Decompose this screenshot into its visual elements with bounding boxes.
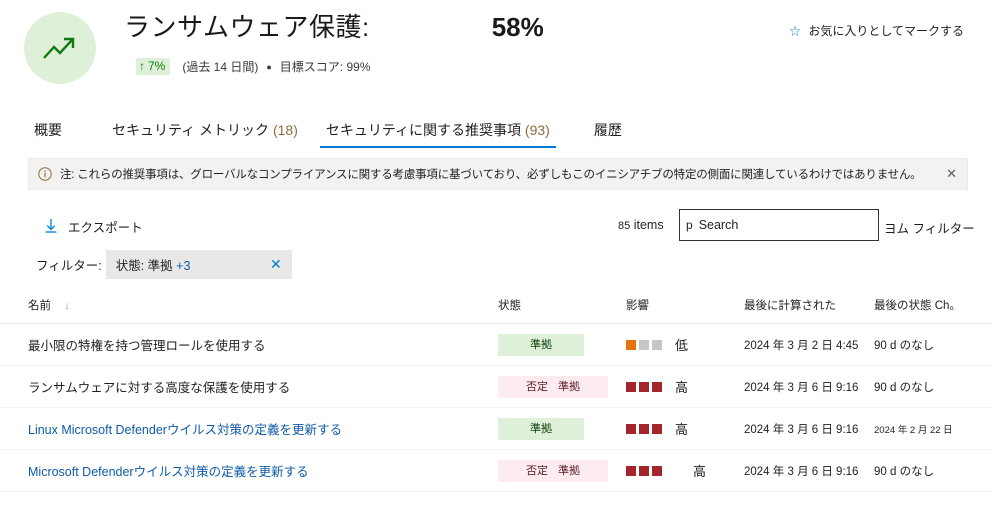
table-body: 最小限の特権を持つ管理ロールを使用する 準拠 低 2024 年 3 月 2 日 …	[0, 323, 992, 492]
filter-link[interactable]: ヨム フィルター	[884, 218, 975, 237]
tab-security-metrics-label: セキュリティ メトリック	[112, 122, 270, 138]
score-percent: 58%	[491, 12, 544, 42]
filter-label: フィルター:	[36, 259, 102, 273]
tab-overview-label: 概要	[34, 122, 62, 138]
column-header-impact[interactable]: 影響	[626, 297, 744, 324]
impact-bars-icon	[626, 423, 662, 434]
tab-security-recommendations-count: (93)	[524, 122, 550, 138]
recommendation-name-link[interactable]: ランサムウェアに対する高度な保護を使用する	[28, 381, 290, 395]
last-calculated-value: 2024 年 3 月 2 日 4:45	[744, 339, 859, 352]
mark-as-favorite-label: お気に入りとしてマークする	[808, 24, 964, 38]
command-bar: エクスポート 85 items p ヨム フィルター	[0, 206, 992, 246]
impact-bars-icon	[626, 465, 662, 476]
status-badge: 否定 準拠	[498, 459, 608, 482]
tab-overview[interactable]: 概要	[28, 121, 76, 148]
tab-security-recommendations-label: セキュリティに関する推奨事項	[325, 122, 522, 138]
impact-indicator: 高	[626, 461, 744, 480]
trend-value: 7%	[148, 59, 166, 73]
last-calculated-value: 2024 年 3 月 6 日 9:16	[744, 381, 859, 394]
last-state-change-value: 90 d のなし	[874, 381, 935, 394]
item-count: 85 items	[618, 218, 664, 232]
header-subrow: ↑ 7% (過去 14 日間) ● 目標スコア: 99%	[136, 58, 992, 75]
filter-chip-text: 状態: 準拠	[115, 259, 173, 273]
table-header-row: 名前 ↓ 状態 影響 最後に計算された 最後の状態 Ch。	[0, 297, 992, 324]
separator-dot-icon: ●	[266, 61, 272, 72]
status-badge-label: 否定	[526, 380, 548, 393]
impact-indicator: 高	[626, 377, 744, 396]
status-badge-sublabel: 準拠	[558, 464, 580, 477]
header-main: ランサムウェア保護: 58% ↑ 7% (過去 14 日間) ● 目標スコア: …	[124, 10, 992, 75]
impact-indicator: 高	[626, 419, 744, 438]
table-row[interactable]: Microsoft Defenderウイルス対策の定義を更新する 否定 準拠 高…	[0, 449, 992, 492]
impact-indicator: 低	[626, 335, 744, 354]
trending-up-icon	[43, 37, 75, 59]
recommendation-name-link[interactable]: Microsoft Defenderウイルス対策の定義を更新する	[28, 465, 309, 479]
notice-message: 注: これらの推奨事項は、グローバルなコンプライアンスに関する考慮事項に基づいて…	[60, 169, 922, 181]
status-badge-sublabel: 準拠	[558, 380, 580, 393]
table-row[interactable]: 最小限の特権を持つ管理ロールを使用する 準拠 低 2024 年 3 月 2 日 …	[0, 323, 992, 366]
tab-history[interactable]: 履歴	[580, 121, 636, 148]
notice-banner: 注: これらの推奨事項は、グローバルなコンプライアンスに関する考慮事項に基づいて…	[28, 158, 968, 190]
recommendations-table: 名前 ↓ 状態 影響 最後に計算された 最後の状態 Ch。 最小限の特権を持つ管…	[0, 297, 992, 492]
export-button[interactable]: エクスポート	[44, 217, 143, 236]
item-count-label: items	[633, 218, 664, 232]
column-header-last-state-change[interactable]: 最後の状態 Ch。	[874, 297, 992, 324]
last-calculated-value: 2024 年 3 月 6 日 9:16	[744, 465, 859, 478]
status-badge: 準拠	[498, 333, 584, 356]
impact-label: 低	[675, 338, 689, 353]
status-badge: 否定 準拠	[498, 375, 608, 398]
status-badge: 準拠	[498, 417, 584, 440]
initiative-detail-page: ランサムウェア保護: 58% ↑ 7% (過去 14 日間) ● 目標スコア: …	[0, 0, 992, 505]
filter-chip-overflow-count: +3	[176, 259, 191, 273]
impact-label: 高	[693, 464, 707, 479]
download-icon	[44, 218, 58, 234]
trend-up-arrow-icon: ↑	[139, 59, 145, 73]
recommendation-name-link[interactable]: Linux Microsoft Defenderウイルス対策の定義を更新する	[28, 423, 342, 437]
tab-history-label: 履歴	[593, 122, 622, 138]
close-icon[interactable]: ✕	[938, 166, 957, 182]
info-icon	[38, 167, 52, 181]
search-input[interactable]	[696, 210, 872, 240]
tab-security-metrics-count: (18)	[272, 122, 298, 138]
last-state-change-value: 2024 年 2 月 22 日	[874, 424, 953, 436]
impact-label: 高	[675, 422, 689, 437]
target-score: 目標スコア: 99%	[279, 60, 371, 74]
tab-bar: 概要 セキュリティ メトリック (18) セキュリティに関する推奨事項 (93)…	[0, 108, 992, 148]
item-count-number: 85	[618, 220, 631, 232]
impact-bars-icon	[626, 339, 662, 350]
page-title: ランサムウェア保護:	[124, 12, 370, 42]
search-box[interactable]: p	[679, 209, 879, 241]
star-icon: ☆	[788, 22, 802, 39]
table-row[interactable]: ランサムウェアに対する高度な保護を使用する 否定 準拠 高 2024 年 3 月…	[0, 365, 992, 408]
filter-row: フィルター: 状態: 準拠 +3 ✕	[0, 250, 992, 279]
last-state-change-value: 90 d のなし	[874, 339, 935, 352]
score-icon-badge	[24, 12, 96, 84]
table-row[interactable]: Linux Microsoft Defenderウイルス対策の定義を更新する 準…	[0, 407, 992, 450]
clear-filter-icon[interactable]: ✕	[252, 256, 282, 273]
mark-as-favorite-button[interactable]: ☆ お気に入りとしてマークする	[789, 22, 964, 39]
sort-desc-icon: ↓	[64, 300, 70, 312]
filter-chip-status[interactable]: 状態: 準拠 +3 ✕	[105, 250, 292, 279]
impact-label: 高	[675, 380, 689, 395]
trend-chip: ↑ 7%	[136, 58, 171, 75]
trend-period: (過去 14 日間)	[182, 60, 259, 74]
tab-security-recommendations[interactable]: セキュリティに関する推奨事項 (93)	[312, 121, 564, 148]
status-badge-label: 否定	[526, 464, 548, 477]
impact-bars-icon	[626, 381, 662, 392]
column-header-name-label: 名前	[28, 300, 51, 312]
column-header-name[interactable]: 名前 ↓	[0, 297, 498, 324]
last-calculated-value: 2024 年 3 月 6 日 9:16	[744, 423, 859, 436]
recommendation-name-link[interactable]: 最小限の特権を持つ管理ロールを使用する	[28, 339, 266, 353]
last-state-change-value: 90 d のなし	[874, 465, 935, 478]
search-icon: p	[686, 218, 693, 232]
status-badge-label: 準拠	[530, 338, 552, 351]
export-label: エクスポート	[68, 220, 143, 235]
status-badge-label: 準拠	[530, 422, 552, 435]
column-header-last-calculated[interactable]: 最後に計算された	[744, 297, 874, 324]
page-header: ランサムウェア保護: 58% ↑ 7% (過去 14 日間) ● 目標スコア: …	[0, 0, 992, 84]
column-header-status[interactable]: 状態	[498, 297, 626, 324]
tab-security-metrics[interactable]: セキュリティ メトリック (18)	[98, 121, 312, 148]
